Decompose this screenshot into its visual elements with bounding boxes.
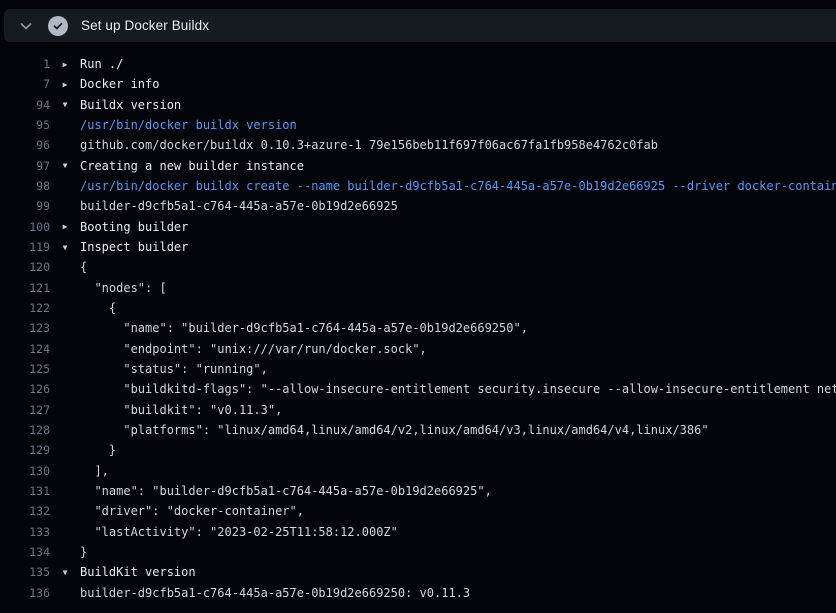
log-line: 133 "lastActivity": "2023-02-25T11:58:12… (0, 522, 836, 542)
log-line[interactable]: 135 ▼ BuildKit version (0, 562, 836, 582)
log-line-text: builder-d9cfb5a1-c764-445a-a57e-0b19d2e6… (80, 586, 836, 600)
log-line[interactable]: 100 ▶ Booting builder (0, 217, 836, 237)
line-number[interactable]: 131 (0, 484, 50, 498)
line-number[interactable]: 96 (0, 138, 50, 152)
log-line[interactable]: 119 ▼ Inspect builder (0, 237, 836, 257)
line-number[interactable]: 127 (0, 403, 50, 417)
log-line: 99 builder-d9cfb5a1-c764-445a-a57e-0b19d… (0, 196, 836, 216)
log-container: 1 ▶ Run ./ 7 ▶ Docker info 94 ▼ Buildx v… (0, 42, 836, 603)
line-number[interactable]: 95 (0, 118, 50, 132)
line-number[interactable]: 98 (0, 179, 50, 193)
log-line: 128 "platforms": "linux/amd64,linux/amd6… (0, 420, 836, 440)
triangle-right-icon[interactable]: ▶ (50, 80, 80, 89)
log-line-text: /usr/bin/docker buildx version (80, 118, 836, 132)
log-line-text: "buildkitd-flags": "--allow-insecure-ent… (80, 382, 836, 396)
line-number[interactable]: 125 (0, 362, 50, 376)
chevron-down-icon[interactable] (18, 18, 34, 34)
log-line-text: "platforms": "linux/amd64,linux/amd64/v2… (80, 423, 836, 437)
line-number[interactable]: 100 (0, 220, 50, 234)
log-line-text: github.com/docker/buildx 0.10.3+azure-1 … (80, 138, 836, 152)
log-line-text: builder-d9cfb5a1-c764-445a-a57e-0b19d2e6… (80, 199, 836, 213)
line-number[interactable]: 133 (0, 525, 50, 539)
check-circle-icon (48, 16, 68, 36)
log-line-text: { (80, 260, 836, 274)
log-line-text: Booting builder (80, 220, 836, 234)
log-line: 125 "status": "running", (0, 359, 836, 379)
line-number[interactable]: 126 (0, 382, 50, 396)
log-line-text: Run ./ (80, 57, 836, 71)
log-line: 134 } (0, 542, 836, 562)
line-number[interactable]: 123 (0, 321, 50, 335)
line-number[interactable]: 136 (0, 586, 50, 600)
log-line-text: Creating a new builder instance (80, 159, 836, 173)
log-line-text: Docker info (80, 77, 836, 91)
log-line-text: "buildkit": "v0.11.3", (80, 403, 836, 417)
triangle-down-icon[interactable]: ▼ (50, 100, 80, 109)
log-line-text: "name": "builder-d9cfb5a1-c764-445a-a57e… (80, 484, 836, 498)
triangle-down-icon[interactable]: ▼ (50, 568, 80, 577)
triangle-down-icon[interactable]: ▼ (50, 161, 80, 170)
log-line-text: "driver": "docker-container", (80, 504, 836, 518)
log-line-text: { (80, 301, 836, 315)
line-number[interactable]: 97 (0, 159, 50, 173)
line-number[interactable]: 119 (0, 240, 50, 254)
step-title: Set up Docker Buildx (81, 18, 209, 33)
log-line: 98 /usr/bin/docker buildx create --name … (0, 176, 836, 196)
line-number[interactable]: 130 (0, 464, 50, 478)
log-line[interactable]: 1 ▶ Run ./ (0, 54, 836, 74)
log-line[interactable]: 7 ▶ Docker info (0, 74, 836, 94)
triangle-down-icon[interactable]: ▼ (50, 243, 80, 252)
log-line: 127 "buildkit": "v0.11.3", (0, 400, 836, 420)
log-line[interactable]: 94 ▼ Buildx version (0, 95, 836, 115)
log-line: 122 { (0, 298, 836, 318)
line-number[interactable]: 132 (0, 504, 50, 518)
log-line: 130 ], (0, 461, 836, 481)
line-number[interactable]: 1 (0, 57, 50, 71)
log-line: 95 /usr/bin/docker buildx version (0, 115, 836, 135)
log-line-text: /usr/bin/docker buildx create --name bui… (80, 179, 836, 193)
log-line: 121 "nodes": [ (0, 278, 836, 298)
log-line-text: "name": "builder-d9cfb5a1-c764-445a-a57e… (80, 321, 836, 335)
line-number[interactable]: 134 (0, 545, 50, 559)
log-line: 120 { (0, 257, 836, 277)
log-line: 126 "buildkitd-flags": "--allow-insecure… (0, 379, 836, 399)
log-line-text: "endpoint": "unix:///var/run/docker.sock… (80, 342, 836, 356)
log-line-text: ], (80, 464, 836, 478)
log-line-text: "lastActivity": "2023-02-25T11:58:12.000… (80, 525, 836, 539)
line-number[interactable]: 135 (0, 565, 50, 579)
log-line-text: "status": "running", (80, 362, 836, 376)
log-line: 124 "endpoint": "unix:///var/run/docker.… (0, 339, 836, 359)
log-line: 132 "driver": "docker-container", (0, 501, 836, 521)
line-number[interactable]: 94 (0, 98, 50, 112)
log-line-text: Buildx version (80, 98, 836, 112)
line-number[interactable]: 128 (0, 423, 50, 437)
log-line: 96 github.com/docker/buildx 0.10.3+azure… (0, 135, 836, 155)
log-line-text: Inspect builder (80, 240, 836, 254)
line-number[interactable]: 129 (0, 443, 50, 457)
step-header[interactable]: Set up Docker Buildx (4, 9, 836, 42)
log-line-text: } (80, 545, 836, 559)
log-line-text: "nodes": [ (80, 281, 836, 295)
log-line-text: } (80, 443, 836, 457)
line-number[interactable]: 121 (0, 281, 50, 295)
line-number[interactable]: 122 (0, 301, 50, 315)
line-number[interactable]: 124 (0, 342, 50, 356)
log-line: 131 "name": "builder-d9cfb5a1-c764-445a-… (0, 481, 836, 501)
log-line: 136 builder-d9cfb5a1-c764-445a-a57e-0b19… (0, 583, 836, 603)
triangle-right-icon[interactable]: ▶ (50, 222, 80, 231)
log-line[interactable]: 97 ▼ Creating a new builder instance (0, 156, 836, 176)
line-number[interactable]: 120 (0, 260, 50, 274)
log-line: 123 "name": "builder-d9cfb5a1-c764-445a-… (0, 318, 836, 338)
line-number[interactable]: 7 (0, 77, 50, 91)
triangle-right-icon[interactable]: ▶ (50, 60, 80, 69)
log-line-text: BuildKit version (80, 565, 836, 579)
log-line: 129 } (0, 440, 836, 460)
line-number[interactable]: 99 (0, 199, 50, 213)
